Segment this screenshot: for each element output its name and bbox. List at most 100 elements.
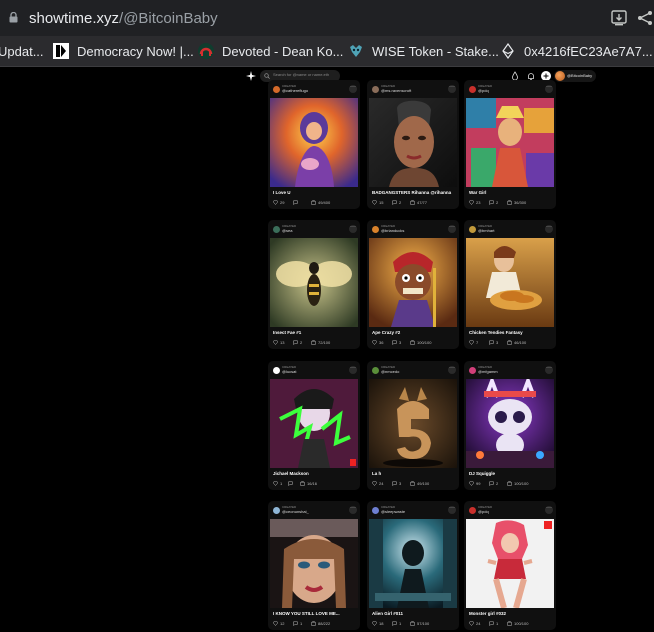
nft-card[interactable]: CREATED @ceonunshai_ I KNOW YOU STILL LO… [268, 501, 360, 630]
nft-artwork[interactable] [270, 519, 358, 608]
lock-icon[interactable] [9, 12, 18, 23]
bookmark-item[interactable]: 0x4216fEC23Ae7A7... [500, 36, 653, 66]
nft-artwork[interactable] [466, 238, 554, 327]
comment-icon[interactable] [392, 481, 397, 486]
nft-artwork[interactable] [369, 238, 457, 327]
creator-handle[interactable]: @lucsat [282, 369, 297, 374]
heart-icon[interactable] [273, 200, 278, 205]
nft-title[interactable]: Insect Fae #1 [273, 330, 357, 335]
comment-icon[interactable] [489, 200, 494, 205]
more-options-icon[interactable] [545, 83, 553, 93]
comment-icon[interactable] [392, 340, 397, 345]
showtime-logo-icon[interactable] [246, 71, 256, 81]
more-options-icon[interactable] [448, 83, 456, 93]
nft-card[interactable]: CREATED @nmcedo La h 24 3 49/100 [367, 361, 459, 490]
creator-handle[interactable]: @pdq [478, 509, 489, 514]
comment-icon[interactable] [489, 621, 494, 626]
creator-handle[interactable]: @mfgamm [478, 369, 498, 374]
comment-icon[interactable] [293, 340, 298, 345]
like-count: 36 [379, 340, 384, 345]
nft-artwork[interactable] [270, 379, 358, 468]
nft-artwork[interactable] [369, 379, 457, 468]
creator-handle[interactable]: @brianducks [381, 228, 404, 233]
nft-card[interactable]: CREATED @ms.ravenscroft BADGANGSTERS Rih… [367, 80, 459, 209]
nft-title[interactable]: Ape Crazy #2 [372, 330, 456, 335]
comment-icon[interactable] [293, 621, 298, 626]
more-options-icon[interactable] [349, 223, 357, 233]
nft-card[interactable]: CREATED @lucsat Jichael Mackson 1 16 [268, 361, 360, 490]
creator-handle[interactable]: @sea [282, 228, 293, 233]
creator-handle[interactable]: @pdq [478, 88, 489, 93]
more-options-icon[interactable] [349, 364, 357, 374]
creator-avatar [273, 367, 280, 374]
creator-handle[interactable]: @nmcedo [381, 369, 399, 374]
heart-icon[interactable] [273, 621, 278, 626]
user-menu[interactable]: @BitcoinBaby [554, 70, 596, 82]
nft-artwork[interactable] [270, 238, 358, 327]
bookmark-item[interactable]: Democracy Now! |... [53, 36, 194, 66]
heart-icon[interactable] [469, 621, 474, 626]
nft-artwork[interactable] [466, 519, 554, 608]
more-options-icon[interactable] [448, 364, 456, 374]
creator-handle[interactable]: @ms.ravenscroft [381, 88, 411, 93]
comment-icon[interactable] [293, 200, 298, 205]
nft-title[interactable]: BADGANGSTERS Rihanna @rihanna [372, 190, 456, 195]
nft-artwork[interactable] [270, 98, 358, 187]
nft-title[interactable]: DJ Squiggle [469, 471, 553, 476]
heart-icon[interactable] [469, 340, 474, 345]
heart-icon[interactable] [273, 340, 278, 345]
comment-icon[interactable] [392, 621, 397, 626]
comment-icon[interactable] [489, 340, 494, 345]
nft-artwork[interactable] [369, 98, 457, 187]
nft-title[interactable]: I Love U [273, 190, 357, 195]
creator-handle[interactable]: @sleepwaste [381, 509, 405, 514]
url-text[interactable]: showtime.xyz/@BitcoinBaby [29, 10, 218, 27]
nft-card[interactable]: CREATED @sea Insect Fae #1 13 2 72/10 [268, 220, 360, 349]
more-options-icon[interactable] [448, 223, 456, 233]
nft-card[interactable]: CREATED @pdq War Girl 23 2 36/300 [464, 80, 556, 209]
nft-artwork[interactable] [369, 519, 457, 608]
nft-title[interactable]: War Girl [469, 190, 553, 195]
bookmark-label: 0x4216fEC23Ae7A7... [524, 43, 653, 59]
heart-icon[interactable] [372, 621, 377, 626]
nft-card[interactable]: CREATED @pdq Monster girl #032 24 1 100/… [464, 501, 556, 630]
nft-title[interactable]: La h [372, 471, 456, 476]
creator-handle[interactable]: @ceonunshai_ [282, 509, 309, 514]
nft-title[interactable]: Monster girl #032 [469, 611, 553, 616]
bookmark-item[interactable]: WISE Token - Stake... [348, 36, 499, 66]
creator-handle[interactable]: @bmhart [478, 228, 495, 233]
more-options-icon[interactable] [349, 83, 357, 93]
nft-title[interactable]: Jichael Mackson [273, 471, 357, 476]
nft-title[interactable]: I KNOW YOU STILL LOVE ME... [273, 611, 357, 616]
heart-icon[interactable] [372, 340, 377, 345]
nft-artwork[interactable] [466, 379, 554, 468]
more-options-icon[interactable] [545, 504, 553, 514]
comment-icon[interactable] [392, 200, 397, 205]
bookmark-item[interactable]: Updat... [0, 36, 44, 66]
nft-card[interactable]: CREATED @sleepwaste Alien Girl #011 18 1… [367, 501, 459, 630]
nft-card[interactable]: CREATED @mfgamm DJ Squiggle 99 2 [464, 361, 556, 490]
install-app-icon[interactable] [610, 9, 628, 27]
heart-icon[interactable] [469, 481, 474, 486]
address-bar[interactable]: showtime.xyz/@BitcoinBaby [0, 0, 654, 36]
heart-icon[interactable] [372, 200, 377, 205]
creator-handle[interactable]: @cathereflugo [282, 88, 308, 93]
heart-icon[interactable] [469, 200, 474, 205]
comment-icon[interactable] [489, 481, 494, 486]
more-options-icon[interactable] [349, 504, 357, 514]
nft-title[interactable]: Alien Girl #011 [372, 611, 456, 616]
nft-card[interactable]: CREATED @bmhart Chicken Tendies Fantasy … [464, 220, 556, 349]
nft-card[interactable]: CREATED @brianducks Ape Crazy #2 36 3 [367, 220, 459, 349]
more-options-icon[interactable] [545, 364, 553, 374]
nft-title[interactable]: Chicken Tendies Fantasy [469, 330, 553, 335]
nft-card[interactable]: CREATED @cathereflugo I Love U 29 49/400 [268, 80, 360, 209]
more-options-icon[interactable] [545, 223, 553, 233]
nft-artwork[interactable] [466, 98, 554, 187]
heart-icon[interactable] [273, 481, 278, 486]
heart-icon[interactable] [372, 481, 377, 486]
bookmark-item[interactable]: Devoted - Dean Ko... [198, 36, 343, 66]
more-options-icon[interactable] [448, 504, 456, 514]
comment-icon[interactable] [288, 481, 293, 486]
share-icon[interactable] [636, 9, 654, 27]
comment-count: 3 [496, 340, 499, 345]
